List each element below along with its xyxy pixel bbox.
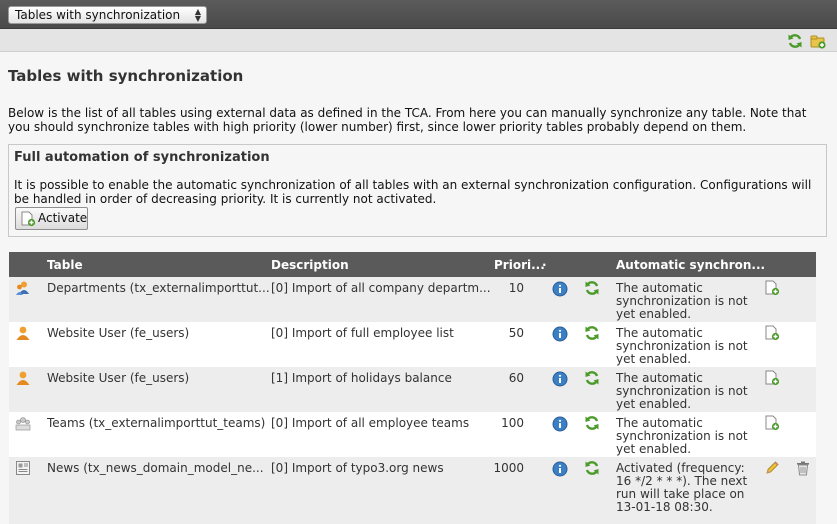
table-row: Teams (tx_externalimporttut_teams) [0] I…: [9, 412, 816, 457]
add-task-icon[interactable]: [764, 415, 780, 431]
table-priority: 60: [508, 371, 524, 385]
activate-button[interactable]: Activate: [15, 207, 88, 230]
table-description: [0] Import of typo3.org news: [271, 461, 444, 475]
news-icon: [16, 461, 30, 475]
doc-header: [0, 29, 837, 52]
info-icon[interactable]: [552, 281, 568, 297]
info-icon[interactable]: [552, 326, 568, 342]
table-name: Website User (fe_users): [47, 371, 190, 385]
synchronize-icon[interactable]: [584, 280, 600, 296]
add-task-icon[interactable]: [764, 280, 780, 296]
table-name: News (tx_news_domain_model_ne...: [47, 461, 264, 475]
table-row: Website User (fe_users) [1] Import of ho…: [9, 367, 816, 412]
add-folder-icon[interactable]: [810, 33, 826, 49]
automation-panel: Full automation of synchronization It is…: [8, 144, 827, 237]
table-name: Teams (tx_externalimporttut_teams): [47, 416, 266, 430]
sync-status: The automatic synchronization is not yet…: [616, 326, 748, 366]
table-description: [0] Import of full employee list: [271, 326, 454, 340]
sync-status: Activated (frequency: 16 */2 * * *). The…: [616, 461, 748, 514]
table-description: [0] Import of all company departm...: [271, 281, 491, 295]
activate-button-label: Activate: [38, 211, 88, 225]
info-icon[interactable]: [552, 416, 568, 432]
table-row: Website User (fe_users) [0] Import of fu…: [9, 322, 816, 367]
add-task-icon[interactable]: [764, 325, 780, 341]
col-header-priority[interactable]: Priori...: [494, 258, 545, 272]
synchronize-icon[interactable]: [584, 325, 600, 341]
table-row: News (tx_news_domain_model_ne... [0] Imp…: [9, 457, 816, 524]
top-toolbar: Tables with synchronization ▲ ▼: [0, 0, 837, 29]
sync-status: The automatic synchronization is not yet…: [616, 371, 748, 411]
module-function-select-value: Tables with synchronization: [15, 8, 181, 22]
col-header-automatic[interactable]: Automatic synchron...: [616, 258, 765, 272]
col-header-description[interactable]: Description: [271, 258, 349, 272]
table-header: Table Description Priori... · Automatic …: [9, 252, 816, 277]
table-description: [1] Import of holidays balance: [271, 371, 452, 385]
user-icon: [16, 371, 30, 385]
table-priority: 100: [501, 416, 524, 430]
table-priority: 50: [508, 326, 524, 340]
table-name: Website User (fe_users): [47, 326, 190, 340]
synchronize-icon[interactable]: [584, 460, 600, 476]
sync-status: The automatic synchronization is not yet…: [616, 281, 748, 321]
info-icon[interactable]: [552, 461, 568, 477]
intro-text: Below is the list of all tables using ex…: [8, 106, 807, 134]
team-icon: [15, 417, 31, 431]
info-icon[interactable]: [552, 371, 568, 387]
page-title: Tables with synchronization: [8, 67, 244, 85]
select-arrows-icon: ▲ ▼: [194, 7, 201, 23]
table-priority: 10: [508, 281, 524, 295]
department-icon: [16, 281, 29, 295]
table-row: Departments (tx_externalimporttut... [0]…: [9, 277, 816, 322]
automation-title: Full automation of synchronization: [14, 150, 270, 165]
synchronize-icon[interactable]: [584, 415, 600, 431]
table-priority: 1000: [493, 461, 524, 475]
col-header-dot: ·: [542, 258, 547, 272]
table-description: [0] Import of all employee teams: [271, 416, 470, 430]
user-icon: [16, 326, 30, 340]
add-document-icon: [21, 211, 36, 227]
col-header-table[interactable]: Table: [47, 258, 83, 272]
refresh-icon[interactable]: [787, 33, 803, 49]
add-task-icon[interactable]: [764, 370, 780, 386]
sync-status: The automatic synchronization is not yet…: [616, 416, 748, 456]
edit-icon[interactable]: [764, 460, 780, 476]
sync-tables-table: Table Description Priori... · Automatic …: [9, 252, 816, 524]
synchronize-icon[interactable]: [584, 370, 600, 386]
table-name: Departments (tx_externalimporttut...: [47, 281, 270, 295]
module-function-select[interactable]: Tables with synchronization ▲ ▼: [8, 6, 207, 24]
automation-text: It is possible to enable the automatic s…: [14, 178, 812, 206]
delete-icon[interactable]: [795, 460, 811, 476]
